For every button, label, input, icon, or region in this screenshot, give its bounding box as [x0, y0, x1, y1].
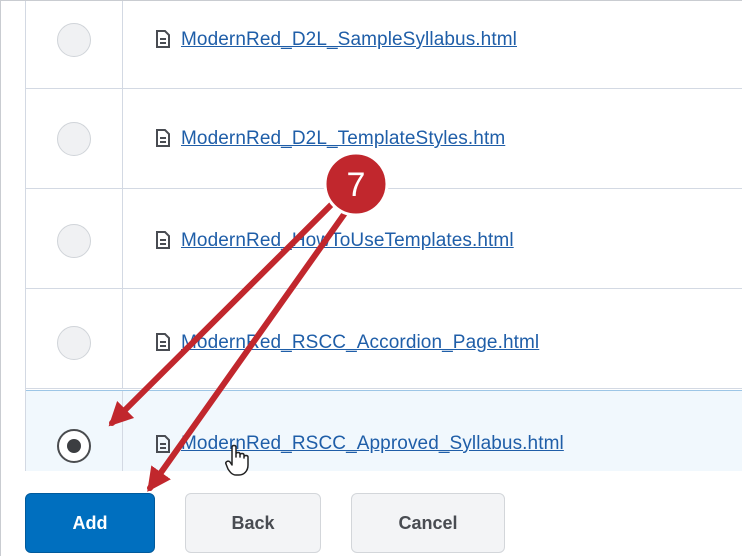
file-list: ModernRed_D2L_SampleSyllabus.html Modern… [25, 1, 742, 471]
file-row[interactable]: ModernRed_HowToUseTemplates.html [26, 189, 742, 289]
file-radio-button[interactable] [57, 23, 91, 57]
column-divider [122, 189, 123, 288]
cancel-button[interactable]: Cancel [351, 493, 505, 553]
file-radio-button[interactable] [57, 224, 91, 258]
column-divider [122, 289, 123, 388]
file-link[interactable]: ModernRed_HowToUseTemplates.html [181, 230, 514, 252]
column-divider [122, 1, 123, 88]
file-radio-button-checked[interactable] [57, 429, 91, 463]
document-icon [156, 333, 170, 351]
add-button[interactable]: Add [25, 493, 155, 553]
document-icon [156, 30, 170, 48]
file-link[interactable]: ModernRed_RSCC_Approved_Syllabus.html [181, 433, 564, 455]
file-row-selected[interactable]: ModernRed_RSCC_Approved_Syllabus.html [26, 390, 742, 471]
file-link[interactable]: ModernRed_D2L_TemplateStyles.htm [181, 128, 505, 150]
dialog-frame: ModernRed_D2L_SampleSyllabus.html Modern… [0, 0, 742, 556]
document-icon [156, 435, 170, 453]
back-button[interactable]: Back [185, 493, 321, 553]
document-icon [156, 231, 170, 249]
column-divider [122, 391, 123, 471]
file-link[interactable]: ModernRed_D2L_SampleSyllabus.html [181, 29, 517, 51]
column-divider [122, 89, 123, 188]
file-link[interactable]: ModernRed_RSCC_Accordion_Page.html [181, 332, 539, 354]
document-icon [156, 129, 170, 147]
file-radio-button[interactable] [57, 122, 91, 156]
file-row[interactable]: ModernRed_D2L_TemplateStyles.htm [26, 89, 742, 189]
file-row[interactable]: ModernRed_RSCC_Accordion_Page.html [26, 289, 742, 389]
file-row[interactable]: ModernRed_D2L_SampleSyllabus.html [26, 1, 742, 89]
file-radio-button[interactable] [57, 326, 91, 360]
